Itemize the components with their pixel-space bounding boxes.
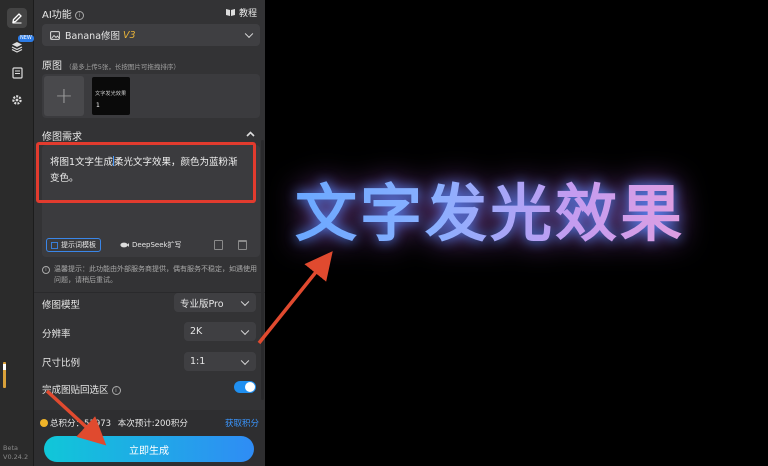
generate-button[interactable]: 立即生成 <box>44 436 254 462</box>
model-label: 修图模型 <box>42 300 81 311</box>
pencil-icon <box>12 13 22 24</box>
source-section-title: 原图 （最多上传5张，长按图片可拖拽排序） <box>42 61 180 72</box>
plus-icon: + <box>54 83 74 109</box>
ratio-select[interactable]: 1:1 <box>184 352 256 371</box>
ai-panel: AI功能 i 教程 Banana修图 V3 原图 （最多上传5张，长按图片可拖拽排… <box>34 0 265 466</box>
history-icon[interactable] <box>214 240 223 250</box>
version-tag: V3 <box>123 29 136 41</box>
prompt-template-button[interactable]: 提示词模板 <box>46 238 101 252</box>
rail-indicator-cap <box>3 364 6 370</box>
panel-scrollbar[interactable] <box>261 140 264 400</box>
chevron-down-icon <box>240 297 250 306</box>
add-image-button[interactable]: + <box>44 76 84 116</box>
chevron-down-icon <box>240 356 250 365</box>
info-icon: i <box>42 266 50 274</box>
chevron-up-icon[interactable] <box>246 131 255 137</box>
ai-section-title: AI功能 i <box>42 6 84 21</box>
ratio-label: 尺寸比例 <box>42 358 81 369</box>
document-icon <box>11 67 23 79</box>
service-warning: i 温馨提示：此功能由外部服务商提供，偶有服务不稳定，如遇使用问题，请稍后重试。 <box>42 264 260 286</box>
book-icon <box>225 9 235 16</box>
ai-function-select[interactable]: Banana修图 V3 <box>42 24 260 46</box>
resolution-select[interactable]: 2K <box>184 322 256 341</box>
tutorial-link[interactable]: 教程 <box>225 6 257 19</box>
chevron-down-icon <box>244 29 254 39</box>
request-section-title: 修图需求 <box>42 132 82 143</box>
points-summary: 总积分：53973 本次预计:200积分 <box>40 417 188 429</box>
thumbnail-caption: 文字发光效果 <box>95 91 127 97</box>
notes-tool-button[interactable] <box>7 63 27 83</box>
panel-footer: 总积分：53973 本次预计:200积分 获取积分 立即生成 <box>34 410 265 466</box>
deepseek-expand-button[interactable]: DeepSeek扩写 <box>116 238 186 252</box>
canvas-preview: 文字发光效果 <box>265 0 768 466</box>
toggle-knob <box>245 382 255 392</box>
request-textarea[interactable]: 将图1文字生成柔光文字效果，颜色为蓝粉渐变色。 提示词模板 DeepSeek扩写 <box>42 145 260 257</box>
resolution-label: 分辨率 <box>42 329 71 340</box>
info-icon[interactable]: i <box>111 386 121 395</box>
whale-icon <box>120 242 129 248</box>
thumbnail-index: 1 <box>96 102 100 109</box>
model-select[interactable]: 专业版Pro <box>174 293 256 312</box>
trash-icon[interactable] <box>238 240 247 250</box>
chevron-down-icon <box>240 326 250 335</box>
new-badge: NEW <box>18 35 34 42</box>
edit-tool-button[interactable] <box>7 8 27 28</box>
gear-icon <box>12 95 22 105</box>
glow-text-preview: 文字发光效果 <box>295 163 755 253</box>
settings-tool-button[interactable] <box>7 90 27 110</box>
request-text: 将图1文字生成柔光文字效果，颜色为蓝粉渐变色。 <box>50 156 238 184</box>
source-thumbnail[interactable]: 文字发光效果 1 <box>92 77 130 115</box>
layers-icon <box>11 42 23 53</box>
source-hint: （最多上传5张，长按图片可拖拽排序） <box>65 63 180 71</box>
paste-back-toggle[interactable] <box>234 381 256 393</box>
source-image-tray: + 文字发光效果 1 <box>42 74 260 118</box>
get-points-link[interactable]: 获取积分 <box>225 417 259 429</box>
tool-rail: NEW Beta V0.24.2 <box>0 0 34 466</box>
app-window: NEW Beta V0.24.2 AI功能 i 教程 Banana修图 V3 原… <box>0 0 768 466</box>
coin-icon <box>40 419 48 427</box>
info-icon[interactable]: i <box>74 11 84 20</box>
image-icon <box>50 30 60 40</box>
version-label: Beta V0.24.2 <box>3 444 29 461</box>
paste-back-label: 完成图贴回选区 i <box>42 382 121 396</box>
template-icon <box>51 241 58 249</box>
